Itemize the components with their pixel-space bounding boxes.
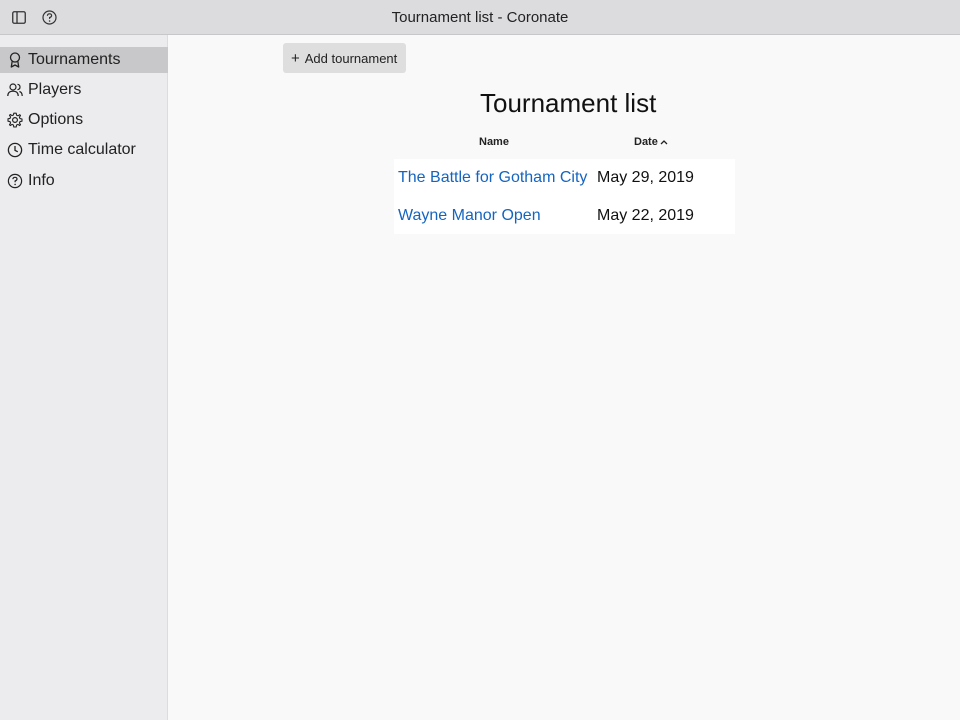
tournament-link[interactable]: Wayne Manor Open bbox=[398, 207, 541, 225]
sidebar: Tournaments Players Options Time calcula… bbox=[0, 35, 168, 720]
sidebar-item-label: Options bbox=[28, 111, 84, 128]
add-tournament-button[interactable]: + Add tournament bbox=[283, 43, 407, 73]
sidebar-item-info[interactable]: Info bbox=[0, 168, 168, 194]
column-header-name[interactable]: Name bbox=[479, 136, 509, 148]
sidebar-item-label: Players bbox=[28, 81, 82, 98]
sidebar-item-options[interactable]: Options bbox=[0, 107, 168, 133]
gear-icon bbox=[7, 112, 23, 128]
plus-icon: + bbox=[291, 49, 300, 67]
sidebar-item-label: Tournaments bbox=[28, 51, 121, 68]
tournament-date: May 22, 2019 bbox=[597, 207, 694, 224]
main-content: + Add tournament Tournament list Name Da… bbox=[169, 36, 960, 720]
clock-icon bbox=[7, 142, 23, 158]
help-circle-icon bbox=[7, 173, 23, 189]
table-row: Wayne Manor Open May 22, 2019 bbox=[394, 197, 735, 234]
table-row: The Battle for Gotham City May 29, 2019 bbox=[394, 159, 735, 196]
tournament-table: The Battle for Gotham City May 29, 2019 … bbox=[394, 159, 735, 234]
title-bar: Tournament list - Coronate bbox=[0, 0, 960, 35]
sort-ascending-icon bbox=[660, 139, 668, 145]
sidebar-item-tournaments[interactable]: Tournaments bbox=[0, 47, 168, 73]
users-icon bbox=[7, 82, 23, 98]
page-title: Tournament list bbox=[480, 88, 657, 118]
column-header-date[interactable]: Date bbox=[634, 136, 668, 148]
sidebar-item-players[interactable]: Players bbox=[0, 77, 168, 103]
award-icon bbox=[7, 52, 23, 68]
add-tournament-label: Add tournament bbox=[304, 50, 398, 66]
tournament-date: May 29, 2019 bbox=[597, 169, 694, 186]
tournament-link[interactable]: The Battle for Gotham City bbox=[398, 169, 587, 187]
sidebar-item-time-calculator[interactable]: Time calculator bbox=[0, 137, 168, 163]
sidebar-item-label: Time calculator bbox=[28, 141, 136, 158]
window-title: Tournament list - Coronate bbox=[391, 9, 569, 26]
sidebar-item-label: Info bbox=[28, 172, 55, 189]
